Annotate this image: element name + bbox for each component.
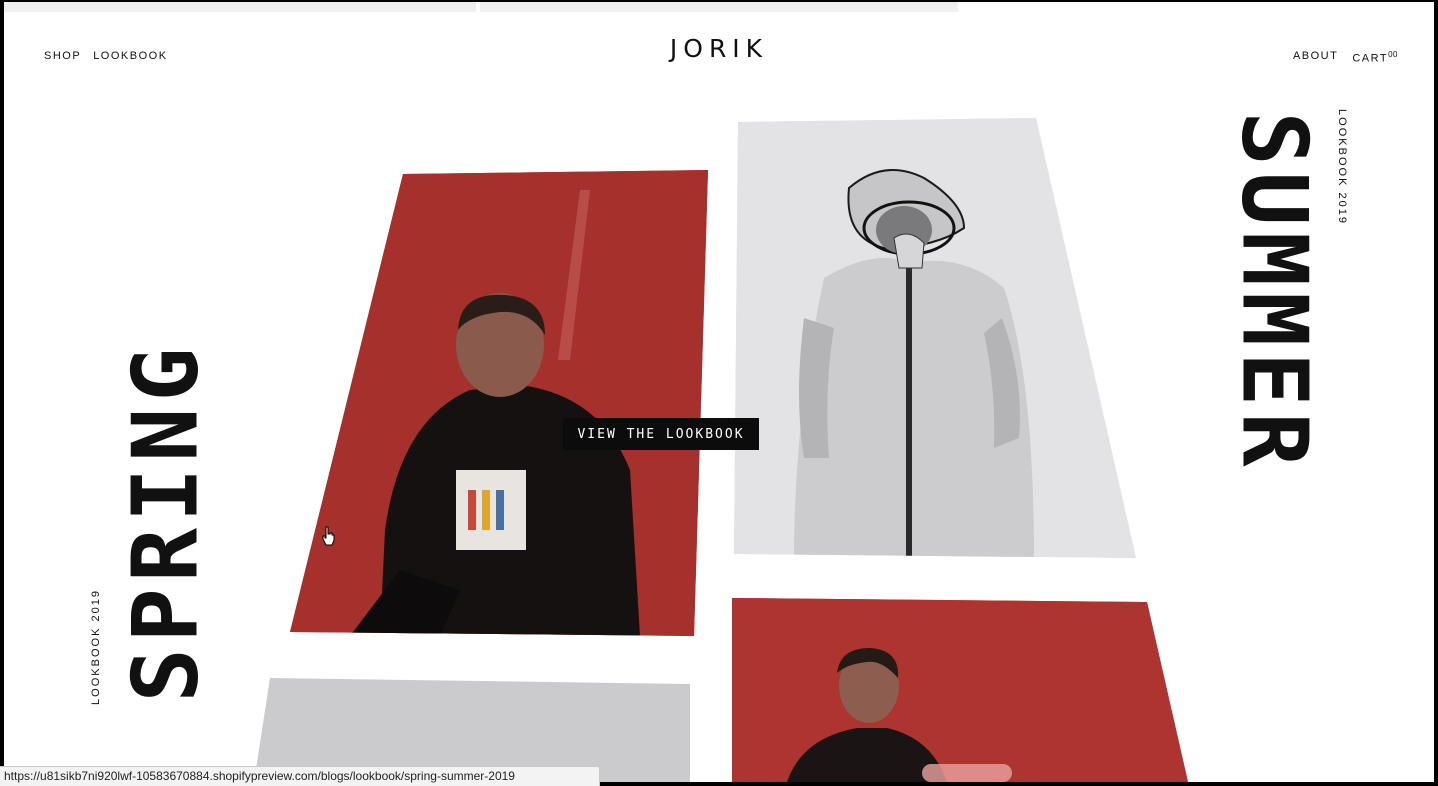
summer-title: SUMMER (1221, 111, 1327, 473)
cart-count: 00 (1388, 50, 1398, 59)
nav-about[interactable]: ABOUT (1293, 50, 1338, 65)
nav-right: ABOUT CART00 (1293, 50, 1398, 65)
cart-label: CART (1352, 52, 1389, 65)
view-lookbook-button[interactable]: VIEW THE LOOKBOOK (563, 418, 759, 450)
photo-woman-clear-raincoat[interactable] (734, 118, 1136, 558)
man-red-illustration (732, 598, 1188, 782)
browser-status-bar: https://u81sikb7ni920lwf-10583670884.sho… (0, 766, 600, 786)
man-hoodie-illustration (290, 170, 708, 636)
site-logo[interactable]: JORIK (4, 34, 1434, 63)
raincoat-illustration (734, 118, 1136, 558)
photo-man-red-hoodie[interactable] (290, 170, 708, 636)
nav-cart[interactable]: CART00 (1352, 50, 1398, 65)
summer-subtitle: LOOKBOOK 2019 (1336, 109, 1348, 225)
spring-subtitle: LOOKBOOK 2019 (90, 589, 102, 705)
pointer-hand-icon (322, 526, 335, 546)
spring-title: SPRING (113, 341, 219, 703)
photo-man-red-background[interactable] (732, 598, 1188, 782)
page: SHOP LOOKBOOK JORIK ABOUT CART00 SPRING … (4, 2, 1434, 782)
top-strip (4, 2, 958, 12)
